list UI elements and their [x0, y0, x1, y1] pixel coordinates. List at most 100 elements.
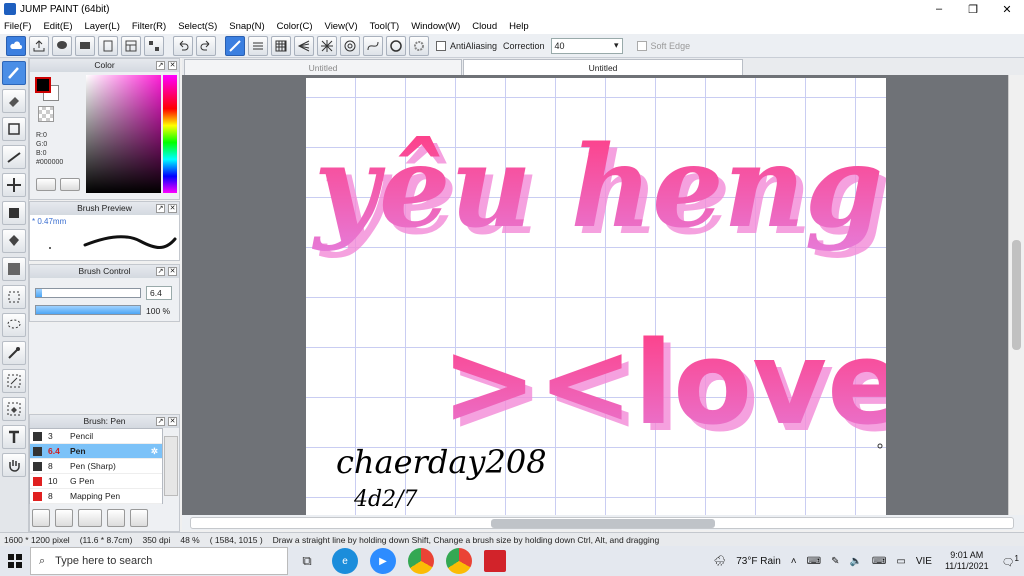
select-eraser-tool[interactable] — [2, 397, 26, 421]
foreground-color-swatch[interactable] — [35, 77, 51, 93]
start-button[interactable] — [0, 546, 30, 576]
tab-untitled-2[interactable]: Untitled — [463, 59, 743, 75]
zoom-icon[interactable]: ▶ — [370, 548, 396, 574]
move-tool[interactable] — [2, 173, 26, 197]
gradient-tool[interactable] — [2, 257, 26, 281]
rectangle-tool[interactable] — [2, 117, 26, 141]
horizontal-scroll-track[interactable] — [190, 517, 1014, 529]
snap-settings-button[interactable] — [409, 35, 429, 56]
jump-paint-taskbar-icon[interactable] — [484, 550, 506, 572]
close-icon[interactable]: ✕ — [168, 61, 177, 70]
brush-item-pen[interactable]: 6.4 Pen ✲ — [30, 444, 162, 459]
brush-item-mapping-pen[interactable]: 8 Mapping Pen — [30, 489, 162, 504]
brush-item-pencil[interactable]: 3 Pencil — [30, 429, 162, 444]
transparent-color-swatch[interactable] — [38, 106, 54, 122]
brush-list-scrollbar[interactable] — [164, 436, 178, 496]
document-button[interactable] — [98, 35, 118, 56]
menu-window[interactable]: Window(W) — [411, 21, 460, 32]
notification-icon[interactable]: 🗨1 — [1002, 553, 1019, 568]
gallery-button[interactable] — [144, 35, 164, 56]
new-brush-button[interactable] — [55, 509, 73, 527]
gear-icon[interactable]: ✲ — [151, 446, 158, 457]
menu-select[interactable]: Select(S) — [178, 21, 217, 32]
close-icon[interactable]: ✕ — [168, 417, 177, 426]
brush-import-button[interactable] — [107, 509, 125, 527]
antialias-checkbox[interactable] — [436, 40, 446, 51]
restore-button[interactable]: ❐ — [956, 0, 990, 18]
snap-curve-button[interactable] — [363, 35, 383, 56]
snap-perspective-button[interactable] — [294, 35, 314, 56]
speaker-icon[interactable]: 🔈 — [849, 556, 861, 567]
eyedropper-button[interactable] — [36, 178, 56, 191]
brush-cloud-button[interactable] — [32, 509, 50, 527]
saturation-value-picker[interactable] — [86, 75, 161, 193]
menu-snap[interactable]: Snap(N) — [229, 21, 264, 32]
horizontal-scroll-thumb[interactable] — [491, 519, 715, 528]
weather-text[interactable]: 73°F Rain — [736, 556, 781, 567]
lasso-tool[interactable] — [2, 313, 26, 337]
menu-view[interactable]: View(V) — [325, 21, 358, 32]
correction-select[interactable]: 40 ▾ — [550, 37, 623, 54]
soft-edge-checkbox[interactable] — [636, 40, 647, 51]
menu-help[interactable]: Help — [509, 21, 529, 32]
hand-tool[interactable] — [2, 453, 26, 477]
detach-icon[interactable]: ↗ — [156, 61, 165, 70]
eraser-tool[interactable] — [2, 89, 26, 113]
brush-size-field[interactable]: 6.4 — [146, 286, 172, 300]
snap-off-button[interactable] — [225, 35, 245, 56]
menu-cloud[interactable]: Cloud — [472, 21, 497, 32]
select-pen-tool[interactable] — [2, 369, 26, 393]
opacity-slider[interactable] — [35, 305, 141, 315]
menu-tool[interactable]: Tool(T) — [370, 21, 400, 32]
undo-button[interactable] — [173, 35, 193, 56]
pen-icon[interactable]: ✎ — [831, 556, 839, 567]
hue-slider[interactable] — [163, 75, 177, 193]
color-palette-button[interactable] — [60, 178, 80, 191]
network-icon[interactable]: ⌨ — [807, 556, 821, 567]
menu-file[interactable]: File(F) — [4, 21, 31, 32]
brush-item-g-pen[interactable]: 10 G Pen — [30, 474, 162, 489]
clock[interactable]: 9:01 AM 11/11/2021 — [945, 550, 989, 572]
vertical-scrollbar[interactable] — [1008, 75, 1024, 515]
message-button[interactable] — [75, 35, 95, 56]
brush-menu-button[interactable] — [78, 509, 102, 527]
line-tool[interactable] — [2, 145, 26, 169]
select-rect-tool[interactable] — [2, 285, 26, 309]
keyboard-icon[interactable]: ⌨ — [872, 556, 886, 567]
menu-layer[interactable]: Layer(L) — [85, 21, 120, 32]
snap-circle-button[interactable] — [340, 35, 360, 56]
snap-radial-button[interactable] — [317, 35, 337, 56]
close-icon[interactable]: ✕ — [168, 267, 177, 276]
close-button[interactable]: ✕ — [990, 0, 1024, 18]
detach-icon[interactable]: ↗ — [156, 417, 165, 426]
share-button[interactable] — [29, 35, 49, 56]
menu-filter[interactable]: Filter(R) — [132, 21, 166, 32]
minimize-button[interactable]: – — [922, 0, 956, 18]
brush-item-pen-sharp[interactable]: 8 Pen (Sharp) — [30, 459, 162, 474]
snap-parallel-button[interactable] — [248, 35, 268, 56]
comment-button[interactable] — [52, 35, 72, 56]
magic-wand-tool[interactable] — [2, 341, 26, 365]
bucket-tool[interactable] — [2, 229, 26, 253]
snap-grid-button[interactable] — [271, 35, 291, 56]
language-indicator[interactable]: VIE — [916, 556, 932, 567]
chrome-profile-icon[interactable] — [446, 548, 472, 574]
brush-folder-button[interactable] — [130, 509, 148, 527]
chrome-icon[interactable] — [408, 548, 434, 574]
snap-shape-button[interactable] — [386, 35, 406, 56]
fill-rect-tool[interactable] — [2, 201, 26, 225]
drawing-canvas[interactable]: yêu heng yêu heng ><love ><love chaerday… — [306, 78, 886, 515]
horizontal-scrollbar[interactable] — [182, 515, 1024, 530]
close-icon[interactable]: ✕ — [168, 204, 177, 213]
chevron-up-icon[interactable]: ˄ — [791, 556, 797, 567]
tab-untitled-1[interactable]: Untitled — [184, 59, 462, 75]
detach-icon[interactable]: ↗ — [156, 267, 165, 276]
detach-icon[interactable]: ↗ — [156, 204, 165, 213]
menu-color[interactable]: Color(C) — [277, 21, 313, 32]
monitor-icon[interactable]: ▭ — [896, 556, 905, 567]
edge-icon[interactable]: e — [332, 548, 358, 574]
layout-button[interactable] — [121, 35, 141, 56]
task-view-icon[interactable]: ⧉ — [294, 548, 320, 574]
redo-button[interactable] — [196, 35, 216, 56]
taskbar-search-box[interactable]: ⌕ Type here to search — [30, 547, 288, 575]
